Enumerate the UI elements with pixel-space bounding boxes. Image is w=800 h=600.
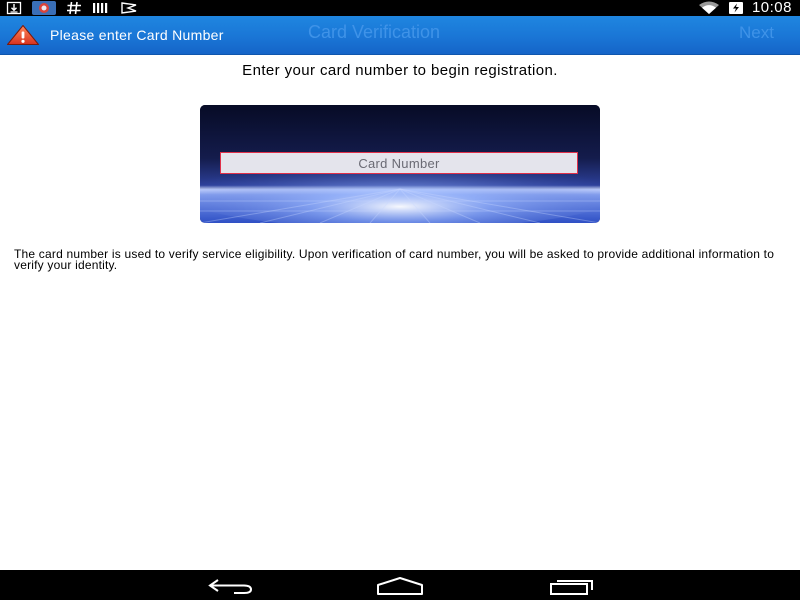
action-bar: Card Verification Next Please enter Card: [0, 16, 800, 55]
battery-charging-icon: [728, 1, 744, 15]
app-screen: 10:08 Card Verification Next Please ente…: [0, 0, 800, 600]
recent-apps-button[interactable]: [546, 575, 598, 597]
card-entry-panel: [200, 105, 600, 223]
next-button[interactable]: Next: [739, 23, 774, 43]
card-number-input[interactable]: [220, 152, 578, 174]
clock: 10:08: [751, 0, 792, 16]
page-title: Card Verification: [308, 22, 441, 42]
recent-apps-icon: [547, 576, 597, 596]
back-button[interactable]: [204, 575, 256, 597]
instruction-text: Enter your card number to begin registra…: [242, 62, 558, 79]
system-icons: 10:08: [698, 0, 792, 16]
photos-icon: [32, 1, 56, 15]
signal-bars-icon: [92, 1, 110, 15]
status-bar: 10:08: [0, 0, 800, 16]
alert-banner: Please enter Card Number: [6, 16, 224, 54]
alert-message: Please enter Card Number: [50, 27, 224, 43]
wifi-icon: [698, 1, 720, 15]
warning-icon: [6, 24, 40, 46]
navigation-bar: [0, 570, 800, 600]
info-text: The card number is used to verify servic…: [14, 247, 775, 272]
hashtag-icon: [66, 1, 82, 15]
notification-icons: [6, 0, 138, 16]
mail-flag-icon: [120, 1, 138, 15]
home-icon: [375, 576, 425, 596]
home-button[interactable]: [374, 575, 426, 597]
download-icon: [6, 1, 22, 15]
back-icon: [206, 577, 254, 595]
